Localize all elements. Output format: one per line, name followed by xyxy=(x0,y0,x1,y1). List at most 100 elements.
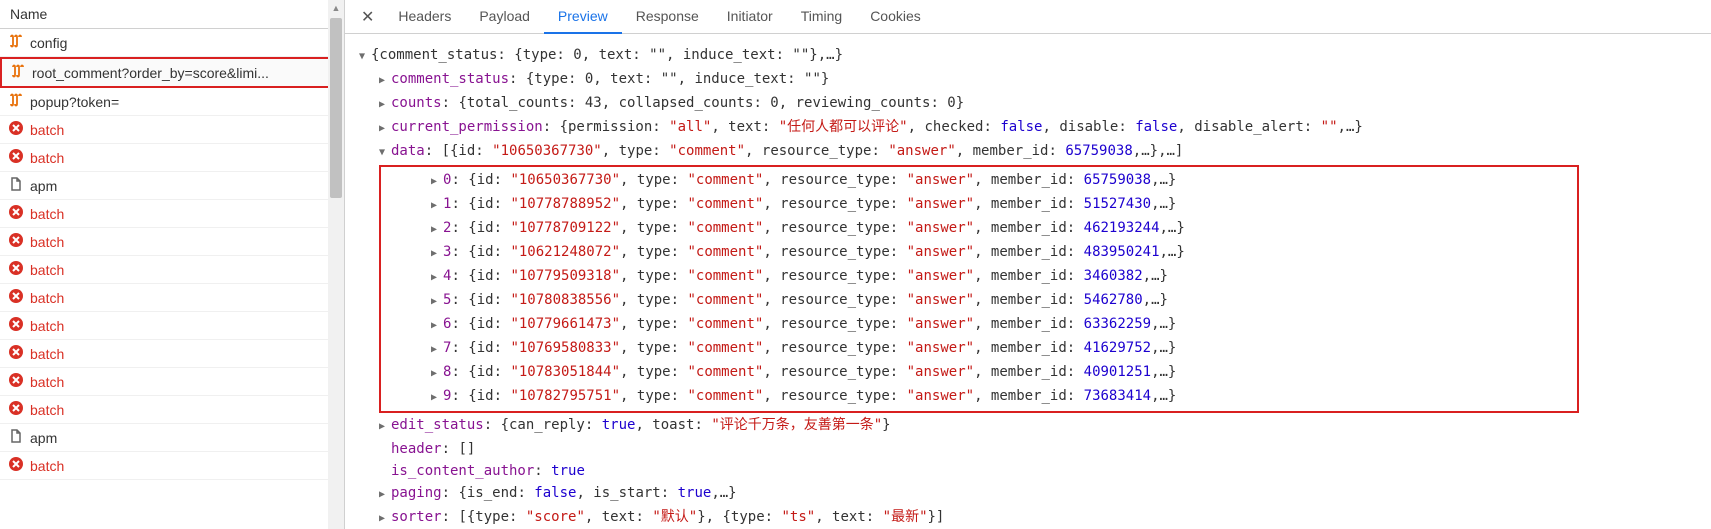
sidebar-header-name[interactable]: Name xyxy=(0,0,344,29)
request-label: batch xyxy=(30,206,64,222)
fetch-icon xyxy=(8,92,24,111)
tab-timing[interactable]: Timing xyxy=(787,0,857,34)
tree-node-is-content-author[interactable]: is_content_author: true xyxy=(349,460,1707,482)
expand-arrow-icon[interactable] xyxy=(431,337,441,361)
tree-node-header[interactable]: header: [] xyxy=(349,438,1707,460)
doc-icon xyxy=(8,428,24,447)
tree-node-current-permission[interactable]: current_permission: {permission: "all", … xyxy=(349,116,1707,140)
error-icon xyxy=(8,316,24,335)
expand-arrow-icon[interactable] xyxy=(431,361,441,385)
request-label: batch xyxy=(30,122,64,138)
scroll-up-arrow-icon[interactable]: ▲ xyxy=(328,2,344,14)
request-label: batch xyxy=(30,458,64,474)
request-label: batch xyxy=(30,318,64,334)
close-details-button[interactable]: ✕ xyxy=(351,3,384,31)
request-item[interactable]: batch xyxy=(0,116,344,144)
expand-arrow-icon[interactable] xyxy=(379,68,389,92)
tree-node-data-item[interactable]: 6: {id: "10779661473", type: "comment", … xyxy=(381,313,1577,337)
tab-headers[interactable]: Headers xyxy=(384,0,465,34)
request-item[interactable]: popup?token= xyxy=(0,88,344,116)
request-item[interactable]: batch xyxy=(0,396,344,424)
error-icon xyxy=(8,148,24,167)
tree-node-comment-status[interactable]: comment_status: {type: 0, text: "", indu… xyxy=(349,68,1707,92)
request-label: apm xyxy=(30,430,57,446)
expand-arrow-icon[interactable] xyxy=(379,92,389,116)
tree-node-data-item[interactable]: 0: {id: "10650367730", type: "comment", … xyxy=(381,169,1577,193)
tree-node-counts[interactable]: counts: {total_counts: 43, collapsed_cou… xyxy=(349,92,1707,116)
expand-arrow-icon[interactable] xyxy=(379,116,389,140)
tree-node-data-item[interactable]: 8: {id: "10783051844", type: "comment", … xyxy=(381,361,1577,385)
doc-icon xyxy=(8,176,24,195)
tree-node-data-item[interactable]: 2: {id: "10778709122", type: "comment", … xyxy=(381,217,1577,241)
tree-node-data[interactable]: data: [{id: "10650367730", type: "commen… xyxy=(349,140,1707,164)
preview-body[interactable]: {comment_status: {type: 0, text: "", ind… xyxy=(345,34,1711,529)
request-item[interactable]: batch xyxy=(0,368,344,396)
tree-node-edit-status[interactable]: edit_status: {can_reply: true, toast: "评… xyxy=(349,414,1707,438)
tree-node-data-item[interactable]: 1: {id: "10778788952", type: "comment", … xyxy=(381,193,1577,217)
request-item[interactable]: batch xyxy=(0,340,344,368)
request-item[interactable]: batch xyxy=(0,144,344,172)
expand-arrow-icon[interactable] xyxy=(379,506,389,529)
tab-payload[interactable]: Payload xyxy=(465,0,544,34)
expand-arrow-icon[interactable] xyxy=(431,217,441,241)
scrollbar-thumb[interactable] xyxy=(330,18,342,198)
expand-arrow-icon[interactable] xyxy=(379,414,389,438)
request-item[interactable]: batch xyxy=(0,284,344,312)
request-label: batch xyxy=(30,346,64,362)
expand-arrow-icon[interactable] xyxy=(431,169,441,193)
request-label: batch xyxy=(30,374,64,390)
request-label: batch xyxy=(30,290,64,306)
error-icon xyxy=(8,456,24,475)
request-item[interactable]: root_comment?order_by=score&limi... xyxy=(0,57,344,88)
request-label: root_comment?order_by=score&limi... xyxy=(32,65,269,81)
details-tabs: ✕ HeadersPayloadPreviewResponseInitiator… xyxy=(345,0,1711,34)
expand-arrow-icon[interactable] xyxy=(431,241,441,265)
request-item[interactable]: batch xyxy=(0,312,344,340)
expand-arrow-icon[interactable] xyxy=(431,385,441,409)
request-item[interactable]: batch xyxy=(0,200,344,228)
request-label: config xyxy=(30,35,67,51)
tab-preview[interactable]: Preview xyxy=(544,0,622,34)
error-icon xyxy=(8,204,24,223)
request-item[interactable]: batch xyxy=(0,228,344,256)
tree-node-data-item[interactable]: 7: {id: "10769580833", type: "comment", … xyxy=(381,337,1577,361)
fetch-icon xyxy=(10,63,26,82)
tab-initiator[interactable]: Initiator xyxy=(713,0,787,34)
tree-root[interactable]: {comment_status: {type: 0, text: "", ind… xyxy=(349,44,1707,68)
details-panel: ✕ HeadersPayloadPreviewResponseInitiator… xyxy=(345,0,1711,529)
tree-node-data-item[interactable]: 5: {id: "10780838556", type: "comment", … xyxy=(381,289,1577,313)
request-item[interactable]: batch xyxy=(0,452,344,480)
expand-arrow-icon[interactable] xyxy=(431,313,441,337)
request-label: batch xyxy=(30,234,64,250)
expand-arrow-icon[interactable] xyxy=(379,140,389,164)
expand-arrow-icon[interactable] xyxy=(431,289,441,313)
tree-node-data-item[interactable]: 9: {id: "10782795751", type: "comment", … xyxy=(381,385,1577,409)
error-icon xyxy=(8,232,24,251)
error-icon xyxy=(8,372,24,391)
expand-arrow-icon[interactable] xyxy=(379,482,389,506)
request-item[interactable]: batch xyxy=(0,256,344,284)
request-label: apm xyxy=(30,178,57,194)
highlighted-data-block: 0: {id: "10650367730", type: "comment", … xyxy=(379,165,1579,413)
request-item[interactable]: config xyxy=(0,29,344,57)
expand-arrow-icon[interactable] xyxy=(359,44,369,68)
request-label: batch xyxy=(30,262,64,278)
tree-node-paging[interactable]: paging: {is_end: false, is_start: true,…… xyxy=(349,482,1707,506)
request-label: batch xyxy=(30,402,64,418)
tab-response[interactable]: Response xyxy=(622,0,713,34)
error-icon xyxy=(8,344,24,363)
fetch-icon xyxy=(8,33,24,52)
tab-cookies[interactable]: Cookies xyxy=(856,0,935,34)
tree-node-sorter[interactable]: sorter: [{type: "score", text: "默认"}, {t… xyxy=(349,506,1707,529)
sidebar-scrollbar[interactable]: ▲ xyxy=(328,0,344,529)
tree-node-data-item[interactable]: 4: {id: "10779509318", type: "comment", … xyxy=(381,265,1577,289)
request-label: batch xyxy=(30,150,64,166)
error-icon xyxy=(8,260,24,279)
network-request-sidebar: Name config root_comment?order_by=score&l… xyxy=(0,0,345,529)
request-item[interactable]: apm xyxy=(0,424,344,452)
tree-node-data-item[interactable]: 3: {id: "10621248072", type: "comment", … xyxy=(381,241,1577,265)
expand-arrow-icon[interactable] xyxy=(431,265,441,289)
expand-arrow-icon[interactable] xyxy=(431,193,441,217)
request-label: popup?token= xyxy=(30,94,119,110)
request-item[interactable]: apm xyxy=(0,172,344,200)
